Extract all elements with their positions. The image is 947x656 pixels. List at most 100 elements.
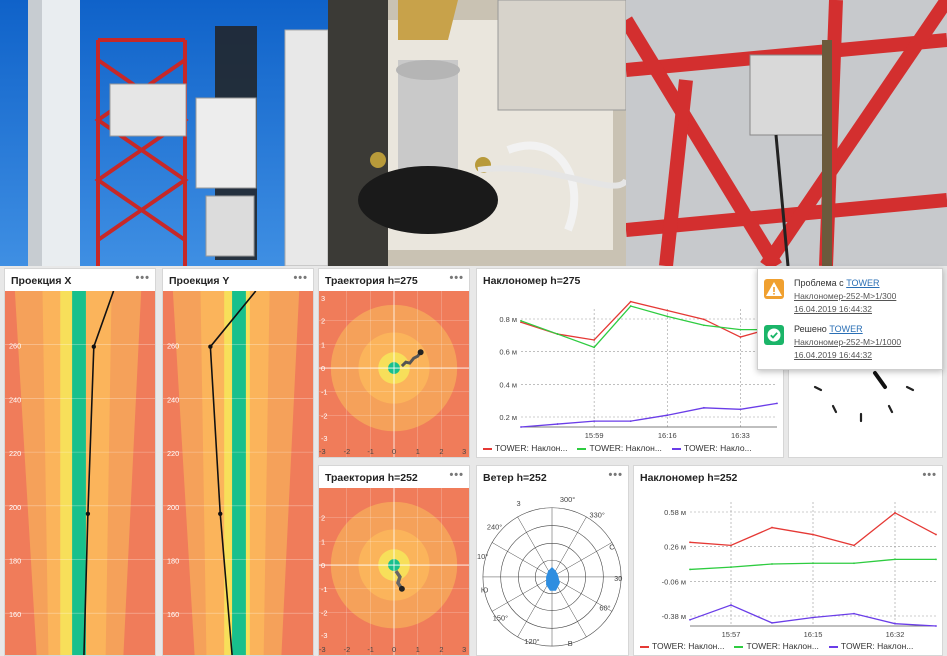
widget-title: Наклономер h=275 <box>483 275 581 287</box>
widget-menu-button[interactable]: ••• <box>449 469 464 481</box>
x-tick: -1 <box>367 645 374 654</box>
x-tick: 1 <box>416 645 420 654</box>
y-tick: 1 <box>321 340 325 349</box>
wind-label: В <box>568 639 573 648</box>
legend-item[interactable]: TOWER: Накло... <box>671 443 752 453</box>
legend-item[interactable]: TOWER: Наклон... <box>640 641 724 651</box>
legend-item[interactable]: TOWER: Наклон... <box>577 443 662 453</box>
data-point <box>666 309 669 312</box>
x-tick: 2 <box>439 645 443 654</box>
photo-sensor-box-interior <box>328 0 626 266</box>
data-point <box>702 324 705 327</box>
data-point <box>771 563 773 565</box>
photo-red-tower-truss <box>626 0 947 266</box>
widget-menu-button[interactable]: ••• <box>449 272 464 284</box>
x-tick: -2 <box>344 645 351 654</box>
data-point <box>739 408 742 411</box>
y-tick-label: 0.2 м <box>499 413 517 422</box>
x-tick-label: 15:57 <box>722 630 741 638</box>
data-point <box>730 566 732 568</box>
y-tick-label: -0.38 м <box>662 612 686 621</box>
widget-inclinometer-275: Наклономер h=275 ••• 0.8 м0.6 м0.4 м0.2 … <box>476 268 784 458</box>
photo-tower-sensors <box>0 0 328 266</box>
data-point <box>894 511 896 514</box>
data-point <box>629 300 632 303</box>
data-point <box>702 318 705 321</box>
notification-link[interactable]: TOWER <box>829 324 862 334</box>
inclinometer-275-chart: 0.8 м 0.6 м 0.4 м 0.2 м 15:59 16:16 16:33 <box>499 300 778 439</box>
legend-item[interactable]: TOWER: Наклон... <box>828 641 913 651</box>
notifications-popup: Проблема с TOWER Наклономер-252-М>1/300 … <box>757 268 943 370</box>
data-point <box>776 402 778 405</box>
data-point <box>593 346 596 349</box>
x-tick: 2 <box>439 447 443 456</box>
trajectory-252-plot: 2 1 0 -1 -2 -3 -3 -2 -1 0 1 2 3 <box>319 488 469 655</box>
x-tick-label: 15:59 <box>585 431 604 439</box>
data-point <box>853 612 855 615</box>
chart-legend: TOWER: Наклон... TOWER: Наклон... TOWER:… <box>483 443 752 453</box>
data-point <box>730 544 732 547</box>
y-tick: 2 <box>321 317 325 326</box>
x-tick-label: 16:16 <box>658 431 677 439</box>
y-tick: 180 <box>167 556 179 565</box>
notification-link[interactable]: TOWER <box>846 278 879 288</box>
legend-item[interactable]: TOWER: Наклон... <box>734 641 819 651</box>
legend-item[interactable]: TOWER: Наклон... <box>483 443 567 453</box>
warning-icon <box>764 279 784 299</box>
notification-text: Проблема с <box>794 278 847 288</box>
y-tick: 2 <box>321 514 325 523</box>
widget-menu-button[interactable]: ••• <box>608 469 623 481</box>
data-point <box>520 426 522 428</box>
inclinometer-252-chart: 0.58 м 0.26 м -0.06 м -0.38 м 15:57 16:15 16:3… <box>662 502 937 638</box>
widget-trajectory-252: Траектория h=252 ••• 2 1 0 -1 -2 -3 -3 -… <box>318 465 470 656</box>
widget-trajectory-275: Траектория h=275 ••• 3 2 1 0 -1 -2 -3 -3… <box>318 268 470 458</box>
notification-detail[interactable]: Наклономер-252-М>1/1000 <box>794 337 901 347</box>
y-tick-label: 0.26 м <box>664 543 686 552</box>
data-point <box>666 414 669 417</box>
widget-title: Наклономер h=252 <box>640 472 738 484</box>
widget-menu-button[interactable]: ••• <box>293 272 308 284</box>
data-point <box>935 558 937 561</box>
y-tick: 260 <box>9 342 21 351</box>
data-point <box>935 533 937 536</box>
wind-label: 120° <box>524 637 539 646</box>
widget-title: Ветер h=252 <box>483 472 547 484</box>
widget-wind-252: Ветер h=252 ••• 3 300° 330° С 30 60° В 1… <box>476 465 629 656</box>
notification-text: Решено <box>794 324 830 334</box>
notification-resolved[interactable]: Решено TOWER Наклономер-252-М>1/1000 16.… <box>764 323 938 362</box>
x-tick-label: 16:33 <box>731 431 750 439</box>
data-point <box>730 604 732 606</box>
notification-warning[interactable]: Проблема с TOWER Наклономер-252-М>1/300 … <box>764 277 938 316</box>
data-point <box>702 406 705 409</box>
data-point <box>894 558 896 561</box>
data-point <box>593 420 596 422</box>
wind-label: 300° <box>560 495 575 504</box>
x-tick-label: 16:32 <box>886 630 905 638</box>
y-tick: 3 <box>321 294 325 303</box>
data-point <box>520 319 522 322</box>
widget-menu-button[interactable]: ••• <box>922 469 937 481</box>
x-tick: 3 <box>462 645 466 654</box>
series-line <box>520 305 777 349</box>
notification-time: 16.04.2019 16:44:32 <box>794 350 872 360</box>
widget-menu-button[interactable]: ••• <box>135 272 150 284</box>
y-tick-label: 0.58 м <box>664 508 686 517</box>
wind-label: С <box>609 542 615 551</box>
series-line <box>689 512 937 547</box>
widget-title: Проекция Y <box>169 275 230 287</box>
wind-label: 10° <box>477 552 488 561</box>
wind-label: 240° <box>487 522 502 531</box>
widget-projection-x: Проекция X ••• 260 240 220 200 180 160 <box>4 268 156 656</box>
notification-detail[interactable]: Наклономер-252-М>1/300 <box>794 291 896 301</box>
x-tick: -1 <box>367 447 374 456</box>
widget-projection-y: Проекция Y ••• 260 240 220 200 180 160 <box>162 268 314 656</box>
wind-label: 60° <box>599 604 610 613</box>
data-point <box>556 423 559 425</box>
y-tick-label: -0.06 м <box>662 577 686 586</box>
y-tick: 160 <box>167 610 179 619</box>
series-line <box>520 402 778 428</box>
data-point <box>689 568 691 571</box>
dashboard-page: Проекция X ••• 260 240 220 200 180 160 П… <box>0 0 947 656</box>
data-point <box>689 618 691 621</box>
wind-label: Ю <box>481 586 489 595</box>
